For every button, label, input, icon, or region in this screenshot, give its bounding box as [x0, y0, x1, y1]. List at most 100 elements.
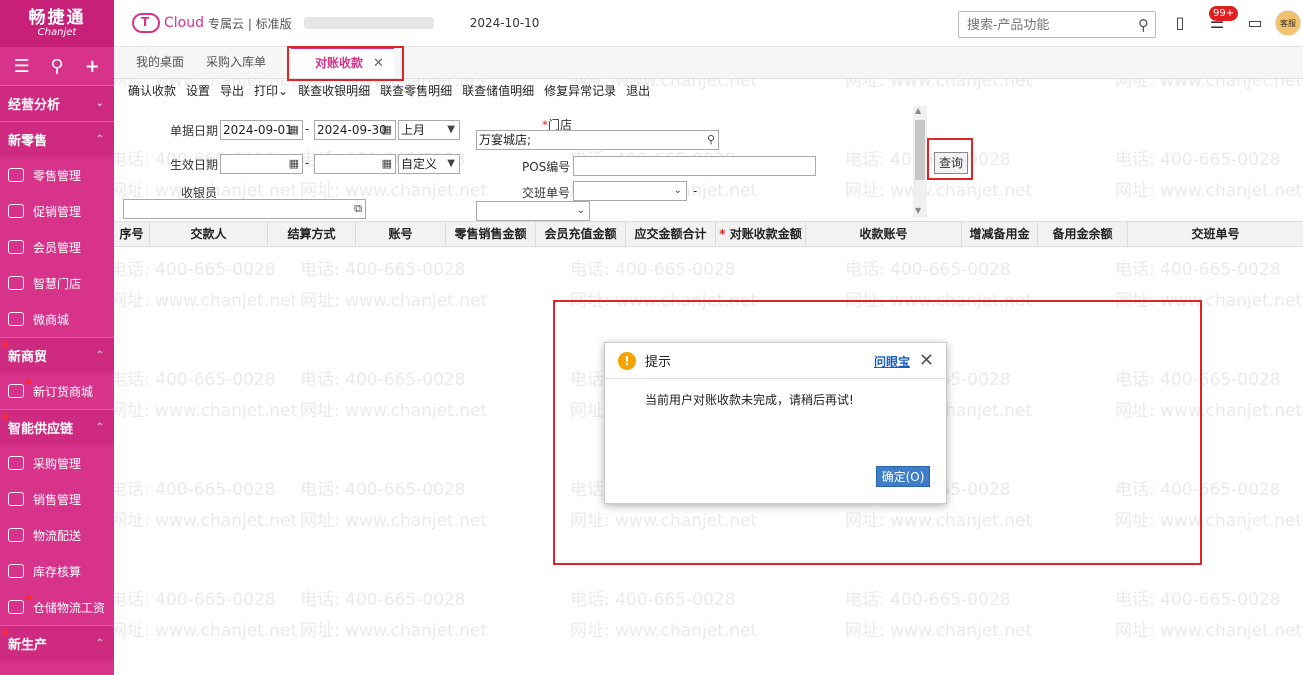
pos-input[interactable]	[573, 156, 816, 176]
sidebar-item-label: 采购管理	[33, 456, 82, 471]
settings-button[interactable]: 设置	[186, 82, 210, 99]
sidebar-item-member[interactable]: 会员管理	[0, 229, 114, 265]
shift-from-select[interactable]: ⌄	[573, 181, 687, 201]
store-input[interactable]: 万宴城店; ⚲	[476, 130, 719, 150]
sidebar-item-inventory[interactable]: 库存核算	[0, 553, 114, 589]
watermark-phone: 电话: 400-665-0028	[570, 590, 736, 610]
calculator-icon[interactable]: ▯	[1170, 13, 1190, 33]
menu-icon[interactable]: ☰	[7, 56, 37, 77]
toolbar: 确认收款 设置 导出 打印⌄ 联查收银明细 联查零售明细 联查储值明细 修复异常…	[114, 79, 1303, 101]
scroll-up-icon[interactable]: ▲	[915, 106, 921, 115]
search-icon[interactable]: ⚲	[42, 56, 72, 77]
col-account[interactable]: 账号	[356, 222, 446, 246]
watermark-phone: 电话: 400-665-0028	[1115, 150, 1281, 170]
watermark-site: 网址: www.chanjet.net	[110, 291, 298, 311]
col-petty-balance[interactable]: 备用金余额	[1038, 222, 1128, 246]
sidebar-item-label: 仓储物流工资	[33, 600, 106, 615]
sidebar-item-order-mall[interactable]: 新订货商城	[0, 373, 114, 409]
col-member-recharge[interactable]: 会员充值金额	[536, 222, 626, 246]
grid-icon	[8, 312, 24, 326]
sidebar-item-promotion[interactable]: 促销管理	[0, 193, 114, 229]
stored-value-detail-button[interactable]: 联查储值明细	[462, 82, 534, 99]
chevron-up-icon: ⌃	[95, 638, 104, 649]
notification-dot	[3, 414, 8, 419]
sidebar-group-retail[interactable]: 新零售 ⌃	[0, 121, 114, 157]
dialog-header: ! 提示 问眼宝 ✕	[605, 343, 946, 379]
search-input[interactable]	[967, 17, 1117, 32]
cash-detail-button[interactable]: 联查收银明细	[298, 82, 370, 99]
chevron-up-icon: ⌃	[95, 422, 104, 433]
sidebar-item-logistics[interactable]: 物流配送	[0, 517, 114, 553]
col-settlement[interactable]: 结算方式	[268, 222, 356, 246]
calendar-icon[interactable]: ▦	[382, 155, 392, 173]
sidebar-group-trade[interactable]: 新商贸 ⌃	[0, 337, 114, 373]
watermark-phone: 电话: 400-665-0028	[110, 590, 276, 610]
col-retail-amount[interactable]: 零售销售金额	[446, 222, 536, 246]
print-button[interactable]: 打印⌄	[254, 82, 288, 99]
required-mark: *	[719, 227, 730, 241]
doc-date-to-input[interactable]: 2024-09-30 ▦	[314, 120, 396, 140]
highlight-box-tab	[287, 46, 404, 81]
sidebar-item-micro-mall[interactable]: 微商城	[0, 301, 114, 337]
notification-dot	[26, 379, 31, 384]
search-icon[interactable]: ⚲	[1138, 16, 1149, 34]
close-icon[interactable]: ✕	[919, 350, 934, 371]
filter-scrollbar[interactable]: ▲ ▼	[913, 106, 927, 218]
calendar-icon[interactable]: ▦	[289, 121, 299, 139]
function-search[interactable]: ⚲	[958, 11, 1156, 38]
effective-period-select[interactable]: 自定义 ▼	[398, 154, 460, 174]
sidebar-item-smart-store[interactable]: 智慧门店	[0, 265, 114, 301]
sidebar-item-label: 销售管理	[33, 492, 82, 507]
calendar-icon[interactable]: ▦	[289, 155, 299, 173]
col-shift-no[interactable]: 交班单号	[1128, 222, 1303, 246]
watermark-phone: 电话: 400-665-0028	[110, 480, 276, 500]
search-icon[interactable]: ⚲	[707, 131, 715, 149]
effective-date-to-input[interactable]: ▦	[314, 154, 396, 174]
sidebar: 畅捷通 Chanjet ☰ ⚲ + 经营分析 ⌄ 新零售 ⌃ 零售管理 促销管理…	[0, 0, 114, 675]
export-button[interactable]: 导出	[220, 82, 244, 99]
effective-date-from-input[interactable]: ▦	[220, 154, 303, 174]
message-icon[interactable]: ▭	[1245, 13, 1265, 33]
logo[interactable]: 畅捷通 Chanjet	[0, 0, 114, 47]
watermark-phone: 电话: 400-665-0028	[1115, 260, 1281, 280]
sidebar-item-warehouse-wage[interactable]: 仓储物流工资	[0, 589, 114, 625]
account-name-blurred	[303, 17, 434, 29]
lookup-icon[interactable]: ⧉	[354, 200, 362, 218]
col-receipt-account[interactable]: 收款账号	[806, 222, 962, 246]
col-petty-change[interactable]: 增减备用金	[962, 222, 1038, 246]
col-payable-total[interactable]: 应交金额合计	[626, 222, 716, 246]
col-reconcile-amount[interactable]: * 对账收款金额	[716, 222, 806, 246]
sidebar-item-sales[interactable]: 销售管理	[0, 481, 114, 517]
sidebar-item-purchase[interactable]: 采购管理	[0, 445, 114, 481]
cashier-input[interactable]: ⧉	[123, 199, 366, 219]
watermark-site: 网址: www.chanjet.net	[110, 511, 298, 531]
ok-button[interactable]: 确定(O)	[876, 466, 930, 487]
col-seq[interactable]: 序号	[114, 222, 150, 246]
scroll-down-icon[interactable]: ▼	[915, 206, 921, 215]
customer-service-avatar[interactable]: 客服	[1275, 10, 1301, 36]
tab-purchase-inbound[interactable]: 采购入库单	[195, 47, 277, 78]
confirm-receipt-button[interactable]: 确认收款	[128, 82, 176, 99]
doc-date-from-input[interactable]: 2024-09-01 ▦	[220, 120, 303, 140]
effective-period-value: 自定义	[401, 157, 438, 171]
coin-icon	[8, 600, 24, 614]
exit-button[interactable]: 退出	[626, 82, 650, 99]
doc-date-period-select[interactable]: 上月 ▼	[398, 120, 460, 140]
add-icon[interactable]: +	[77, 56, 107, 77]
notification-dot	[3, 342, 8, 347]
sidebar-group-supply[interactable]: 智能供应链 ⌃	[0, 409, 114, 445]
col-payer[interactable]: 交款人	[150, 222, 268, 246]
sidebar-group-production[interactable]: 新生产 ⌃	[0, 625, 114, 661]
sidebar-group-analysis[interactable]: 经营分析 ⌄	[0, 85, 114, 121]
retail-detail-button[interactable]: 联查零售明细	[380, 82, 452, 99]
pos-label: POS编号	[522, 160, 571, 174]
scroll-thumb[interactable]	[915, 120, 925, 180]
sidebar-item-retail-mgmt[interactable]: 零售管理	[0, 157, 114, 193]
shift-to-select[interactable]: ⌄	[476, 201, 590, 221]
calendar-icon[interactable]: ▦	[382, 121, 392, 139]
truck-icon	[8, 528, 24, 542]
help-link[interactable]: 问眼宝	[874, 353, 910, 370]
chevron-up-icon: ⌃	[95, 350, 104, 361]
tab-my-desktop[interactable]: 我的桌面	[114, 47, 195, 78]
repair-records-button[interactable]: 修复异常记录	[544, 82, 616, 99]
